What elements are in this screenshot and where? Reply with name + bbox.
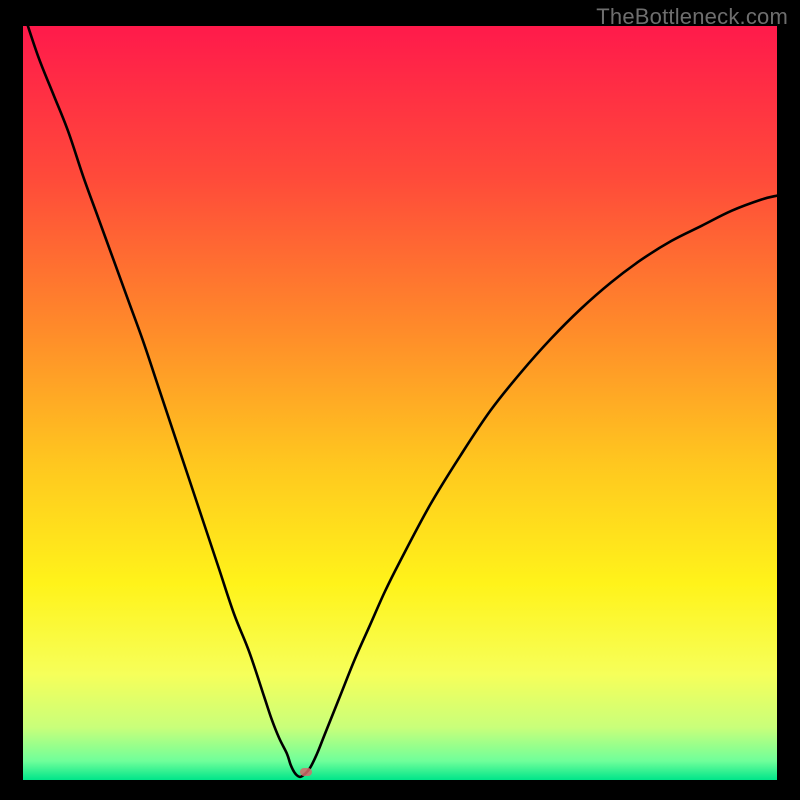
watermark-text: TheBottleneck.com	[596, 4, 788, 30]
plot-area	[23, 26, 777, 780]
bottleneck-curve	[23, 26, 777, 780]
chart-frame: TheBottleneck.com	[0, 0, 800, 800]
notch-marker-icon	[300, 768, 312, 776]
